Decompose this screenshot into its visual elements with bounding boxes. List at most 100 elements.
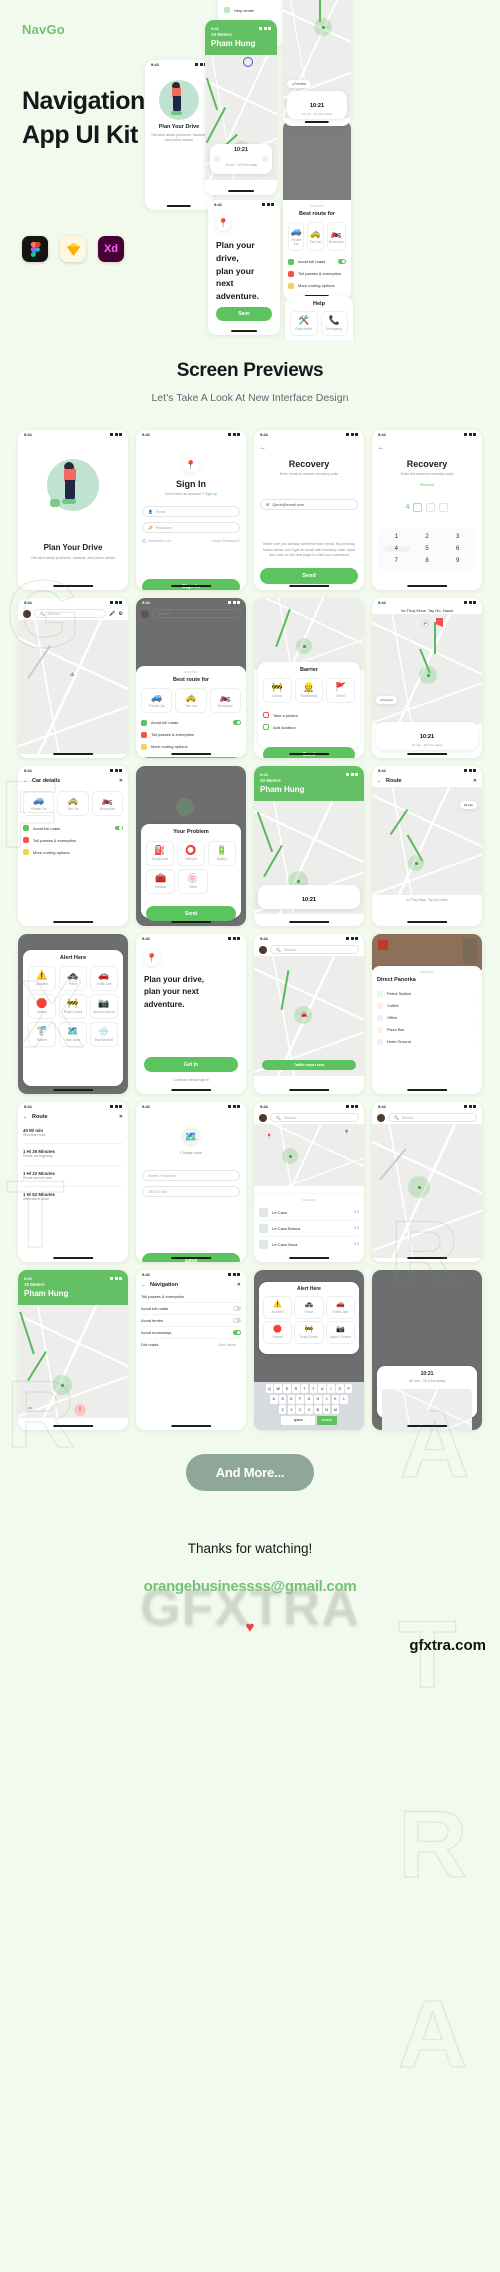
route-option[interactable]: Avoid toll roads bbox=[23, 822, 123, 834]
screen-recovery-code[interactable]: 9:41 ← Recovery Enter the received recov… bbox=[372, 430, 482, 590]
send-button[interactable]: Send bbox=[146, 906, 236, 921]
key[interactable]: E bbox=[283, 1384, 291, 1393]
screen-route-list[interactable]: 9:41 ← Route ✕ 40 M/ min Shortest route … bbox=[18, 1102, 128, 1262]
alert-option[interactable]: ⚠️ Accident bbox=[28, 966, 56, 991]
to-field[interactable]: 28/02/1980 bbox=[142, 1186, 240, 1198]
vehicle-option[interactable]: 🚙 Private Car bbox=[23, 791, 55, 816]
alert-option[interactable]: 🚓 Police bbox=[294, 1296, 324, 1319]
screen-onboarding[interactable]: 9:41 Plan Your Drive Get alert about pro… bbox=[18, 430, 128, 590]
help-center-row[interactable]: Help center bbox=[224, 4, 280, 16]
back-icon[interactable]: ← bbox=[260, 445, 358, 451]
preview-button[interactable]: ◂ Preview bbox=[287, 80, 311, 88]
resend-button[interactable]: Resend bbox=[378, 482, 476, 487]
barrier-action[interactable]: Add duration bbox=[263, 721, 355, 733]
numpad-key-8[interactable]: 8 bbox=[413, 558, 442, 564]
place-row[interactable]: Hotel Ground › bbox=[377, 1036, 477, 1048]
on-screen-keyboard[interactable]: Q W E R T Y U I O P A S D F G H J K L Z … bbox=[254, 1382, 364, 1430]
screen-map-search[interactable]: 9:41 🔍 Search bbox=[372, 1102, 482, 1262]
alert-option[interactable]: 🚗 Traffic Jam bbox=[90, 966, 118, 991]
key[interactable]: W bbox=[274, 1384, 282, 1393]
route-label-badge[interactable]: 19 min bbox=[459, 801, 477, 809]
screen-signin[interactable]: 9:41 📍 Sign In Don’t have an account ? S… bbox=[136, 430, 246, 590]
route-option[interactable]: Toll passes & exemption bbox=[141, 729, 241, 741]
key[interactable]: R bbox=[292, 1384, 300, 1393]
remember-me-checkbox[interactable]: Remember me bbox=[142, 539, 171, 544]
key[interactable]: F bbox=[296, 1394, 304, 1404]
map-view[interactable]: P ◂ Preview bbox=[372, 614, 482, 724]
contact-email[interactable]: orangebusinessss@gmail.com bbox=[0, 1578, 500, 1595]
vehicle-option[interactable]: 🚙 Private Car bbox=[288, 221, 305, 251]
barrier-option[interactable]: 🚧 Closed bbox=[263, 678, 292, 703]
avatar[interactable] bbox=[259, 1113, 267, 1122]
numpad-key-9[interactable]: 9 bbox=[443, 558, 472, 564]
back-icon[interactable]: ← bbox=[141, 1282, 146, 1288]
place-row[interactable]: Le Casa 5.0 bbox=[259, 1205, 359, 1221]
continue-without-signin-link[interactable]: Continue without sign in bbox=[144, 1078, 238, 1082]
numpad-key-1[interactable]: 1 bbox=[382, 534, 411, 540]
alert-option[interactable]: 🛑 Hazard bbox=[263, 1321, 293, 1344]
poi-marker[interactable]: 📍 bbox=[266, 1134, 272, 1140]
map-view-dim[interactable] bbox=[283, 120, 351, 200]
map-view-dim[interactable] bbox=[136, 766, 246, 824]
barrier-option[interactable]: 👷 Roadblocks bbox=[294, 678, 324, 703]
adobe-xd-icon[interactable]: Xd bbox=[98, 236, 124, 262]
key[interactable]: T bbox=[300, 1384, 309, 1393]
setting-row[interactable]: Dirt roads Don’t allow › bbox=[141, 1339, 241, 1350]
alert-option[interactable]: 🛑 Hazard bbox=[28, 994, 56, 1019]
key[interactable]: D bbox=[287, 1394, 296, 1404]
from-field[interactable]: Street: Pantanha bbox=[142, 1170, 240, 1182]
back-icon[interactable]: ← bbox=[378, 445, 476, 451]
place-row[interactable]: Pizza Bar › bbox=[377, 1024, 477, 1036]
place-row[interactable]: Office › bbox=[377, 1012, 477, 1024]
alert-option[interactable]: ⚠️ Accident bbox=[263, 1296, 293, 1319]
key[interactable]: Y bbox=[309, 1384, 318, 1393]
password-field[interactable]: 🔑 Password bbox=[142, 522, 240, 534]
alert-marker[interactable]: ! bbox=[74, 1404, 86, 1416]
key[interactable]: Q bbox=[265, 1384, 274, 1393]
toggle[interactable] bbox=[233, 1306, 241, 1311]
route-row[interactable]: 1 H/ 32 Minutes Route via toll road bbox=[23, 1166, 123, 1188]
map-view-dim[interactable] bbox=[136, 620, 246, 664]
screen-places[interactable]: 9:41 🔍 Search 📍 📍 Le Casa 5.0 Le Casa Bl… bbox=[254, 1102, 364, 1262]
route-option[interactable]: Toll passes & exemption bbox=[23, 834, 123, 846]
barrier-option[interactable]: 🚩 Event bbox=[326, 678, 356, 703]
key[interactable]: K bbox=[331, 1394, 340, 1404]
vehicle-option[interactable]: 🚕 Taxi Car bbox=[175, 687, 207, 713]
key[interactable]: J bbox=[322, 1394, 331, 1404]
sheet-handle[interactable] bbox=[420, 971, 434, 973]
get-in-button[interactable]: Save bbox=[216, 307, 272, 321]
setting-row[interactable]: Toll passes & exemption › bbox=[141, 1291, 241, 1303]
numpad-key-6[interactable]: 6 bbox=[443, 546, 472, 552]
key[interactable]: H bbox=[314, 1394, 322, 1404]
screen-map-dim[interactable]: 10:21 42 min · 32.5 km away bbox=[372, 1270, 482, 1430]
sheet-handle[interactable] bbox=[310, 205, 324, 207]
search-input[interactable]: 🔍 Search bbox=[270, 945, 359, 954]
help-option[interactable]: 📞 Emergency bbox=[320, 311, 348, 336]
vehicle-option[interactable]: 🏍️ Motorcycle bbox=[209, 687, 241, 713]
numpad-key-2[interactable]: 2 bbox=[413, 534, 442, 540]
place-row[interactable]: Petrol Station › bbox=[377, 988, 477, 1000]
screen-recovery-email[interactable]: 9:41 ← Recovery Enter email to receive r… bbox=[254, 430, 364, 590]
screen-your-problem[interactable]: Your Problem ⛽ Empty tank ⭕ Flat tyre 🔋 Bat… bbox=[136, 766, 246, 926]
key[interactable]: B bbox=[314, 1405, 322, 1414]
email-field[interactable]: 👤 Email bbox=[142, 506, 240, 518]
alert-option[interactable]: 📷 Speed Camera bbox=[90, 994, 118, 1019]
numpad-key-3[interactable]: 3 bbox=[443, 534, 472, 540]
route-option[interactable]: More routing options bbox=[288, 280, 346, 292]
setting-row[interactable]: Avoid ferries bbox=[141, 1315, 241, 1327]
key[interactable]: G bbox=[305, 1394, 313, 1404]
screen-route-panel[interactable]: 9:41 ← Route ✕ 19 min Vo Thuy Khue, Tay … bbox=[372, 766, 482, 926]
problem-option[interactable]: ⛽ Empty tank bbox=[146, 841, 174, 866]
problem-option[interactable]: 🧰 Medical bbox=[146, 869, 176, 894]
code-digit-2[interactable] bbox=[413, 503, 423, 513]
numpad-key-7[interactable]: 7 bbox=[382, 558, 411, 564]
key[interactable]: U bbox=[318, 1384, 326, 1393]
avatar[interactable] bbox=[377, 1113, 385, 1122]
back-icon[interactable]: ← bbox=[377, 778, 382, 784]
screen-traffic-report[interactable]: 9:41 🔍 Search 🚘 Traffic report sent bbox=[254, 934, 364, 1094]
place-row[interactable]: Le Casa Blanca 5.0 bbox=[259, 1221, 359, 1237]
space-key[interactable]: space bbox=[281, 1415, 316, 1425]
map-view[interactable] bbox=[254, 598, 364, 670]
search-input[interactable]: 🔍 Search bbox=[270, 1113, 359, 1122]
screen-direct-panel[interactable]: Direct Panorka Petrol Station › Coffee › O… bbox=[372, 934, 482, 1094]
